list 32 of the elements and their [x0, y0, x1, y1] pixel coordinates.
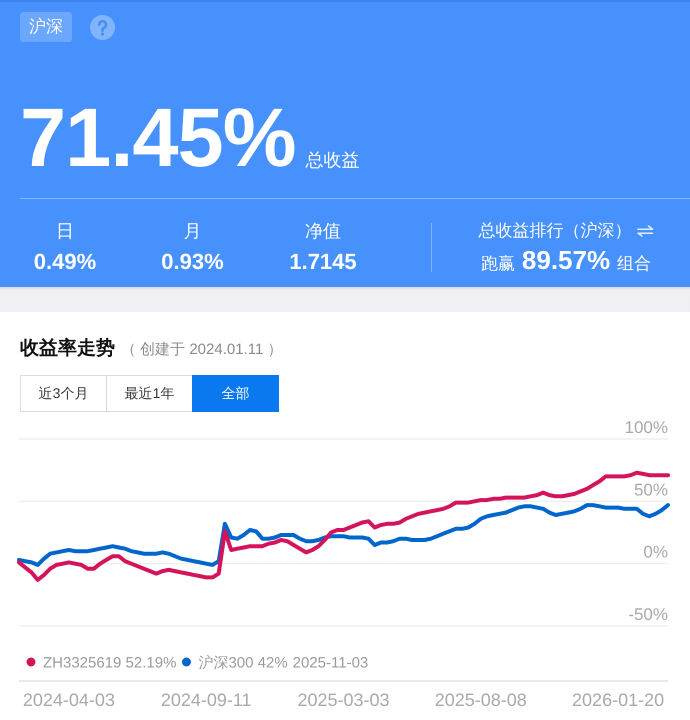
total-return-value: 71.45% — [20, 96, 296, 179]
total-return-label: 总收益 — [306, 150, 360, 172]
chart-title: 收益率走势 — [20, 337, 115, 361]
y-axis-label: -50% — [628, 605, 668, 624]
ranking-percent: 89.57% — [522, 245, 610, 275]
chart-subtitle: （ 创建于 2024.01.11 ） — [121, 340, 282, 359]
stat-value: 1.7145 — [289, 249, 357, 275]
x-axis-label: 2024-09-11 — [160, 690, 252, 710]
x-axis-label: 2026-01-20 — [572, 690, 664, 710]
stat-value: 0.49% — [34, 249, 96, 275]
y-axis-label: 50% — [634, 480, 668, 500]
legend-date: 2025-11-03 — [292, 654, 368, 672]
period-tab[interactable]: 全部 — [192, 375, 279, 412]
stat-value: 0.93% — [161, 249, 224, 275]
stat-label: 月 — [184, 220, 202, 242]
help-icon[interactable] — [90, 14, 115, 40]
x-axis-label: 2025-08-08 — [434, 690, 527, 710]
stat-label: 净值 — [305, 220, 341, 242]
ranking-title: 总收益排行（沪深） — [478, 220, 632, 242]
legend-label: ZH3325619 52.19% — [43, 654, 176, 672]
portfolio-label: 组合 — [617, 253, 652, 275]
outperform-label: 跑赢 — [480, 253, 515, 275]
stat-label: 日 — [56, 220, 74, 242]
period-tab[interactable]: 最近1年 — [106, 375, 193, 412]
y-axis-label: 0% — [643, 542, 668, 562]
x-axis-label: 2025-03-03 — [297, 690, 390, 710]
period-tab[interactable]: 近3个月 — [20, 375, 107, 412]
swap-icon[interactable] — [636, 225, 654, 237]
y-axis-label: 100% — [624, 418, 668, 437]
x-axis-label: 2024-04-03 — [22, 690, 115, 710]
market-tag: 沪深 — [20, 12, 72, 42]
legend-label: 沪深300 42% — [198, 654, 288, 672]
